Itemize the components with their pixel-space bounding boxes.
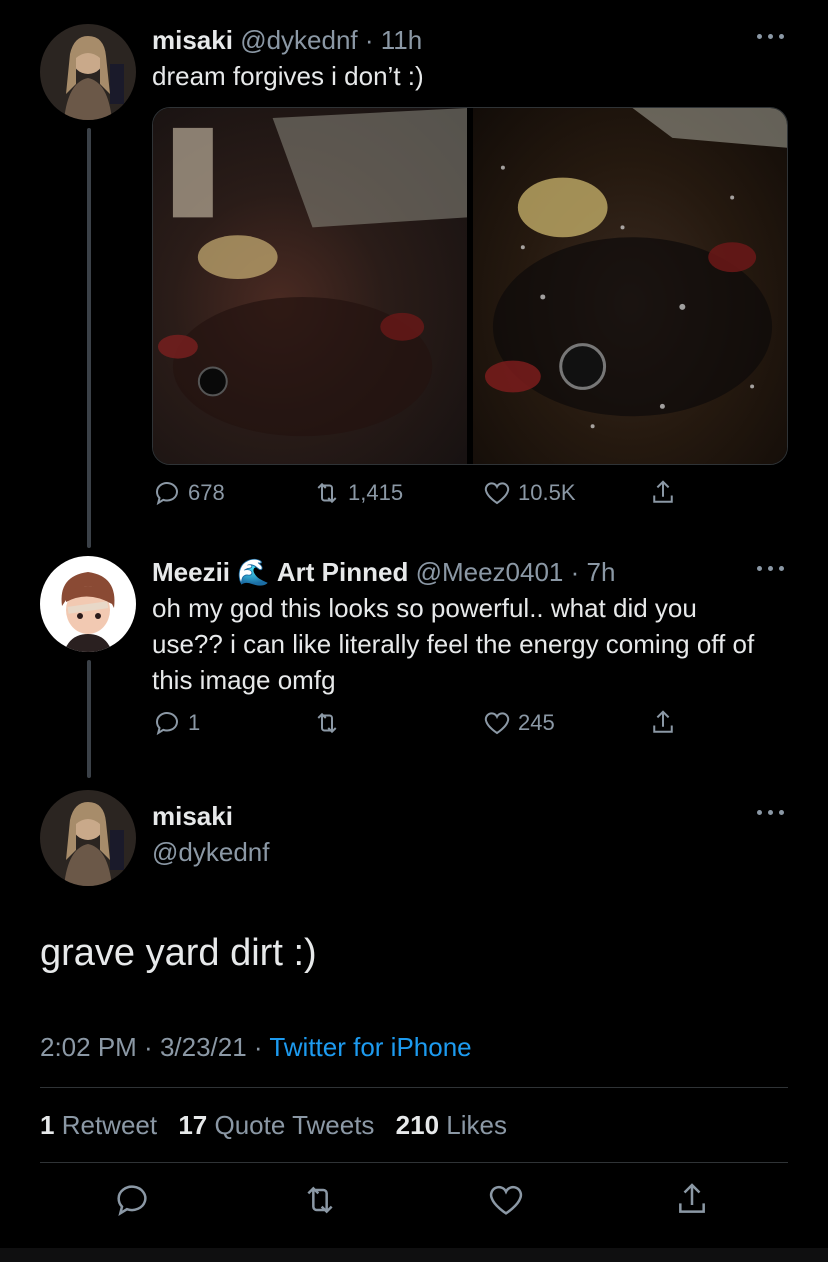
tweet-date[interactable]: 3/23/21: [160, 1032, 247, 1062]
tweet-time[interactable]: 2:02 PM: [40, 1032, 137, 1062]
like-button[interactable]: 245: [482, 708, 555, 738]
heart-icon: [484, 482, 510, 505]
more-icon[interactable]: [754, 558, 788, 578]
retweet-button[interactable]: [300, 1180, 340, 1225]
tweet-metadata: 2:02 PM · 3/23/21 · Twitter for iPhone: [40, 1030, 472, 1064]
main-tweet-header: misaki @dykednf: [152, 800, 788, 868]
reply-icon: [156, 712, 178, 736]
quote-stat[interactable]: 17 Quote Tweets: [178, 1110, 381, 1140]
user-name[interactable]: Meezii: [152, 557, 230, 587]
tweet-stats: 1 Retweet 17 Quote Tweets 210 Likes: [40, 1108, 507, 1142]
reply-icon: [117, 1185, 147, 1217]
separator: ·: [246, 1032, 270, 1062]
separator: ·: [357, 25, 381, 55]
reply-icon: [156, 482, 178, 506]
like-button[interactable]: 10.5K: [482, 478, 576, 508]
main-tweet-text: grave yard dirt :): [40, 932, 317, 974]
tweet-header: Meezii 🌊 Art Pinned @Meez0401 · 7h: [152, 556, 788, 588]
like-stat[interactable]: 210 Likes: [396, 1110, 507, 1140]
bottom-edge: [0, 1248, 828, 1262]
like-count: 245: [518, 710, 555, 735]
tweet-text: dream forgives i don’t :): [152, 61, 424, 91]
reply-button[interactable]: 1: [152, 708, 200, 738]
retweet-icon: [317, 482, 337, 504]
share-button[interactable]: [648, 708, 678, 738]
like-count: 210: [395, 1110, 440, 1140]
like-label: Likes: [446, 1110, 507, 1140]
reply-button[interactable]: 678: [152, 478, 225, 508]
reply-button[interactable]: [112, 1180, 152, 1225]
quote-label: Quote Tweets: [214, 1110, 375, 1140]
thread-line: [87, 128, 91, 548]
avatar[interactable]: [40, 790, 136, 886]
media-image[interactable]: [153, 108, 467, 464]
tweet-reply-1[interactable]: misaki @dykednf · 11h dream forgives i d…: [152, 24, 788, 94]
quote-count: 17: [178, 1110, 208, 1140]
tweet-media[interactable]: [152, 107, 788, 465]
separator: ·: [136, 1032, 160, 1062]
heart-icon: [489, 1185, 523, 1215]
reply-count: 1: [188, 710, 201, 735]
tweet-text: oh my god this looks so powerful.. what …: [152, 593, 755, 695]
user-name-suffix[interactable]: Art Pinned: [277, 557, 408, 587]
avatar[interactable]: [40, 24, 136, 120]
retweet-icon: [317, 712, 337, 734]
retweet-count: 1: [40, 1110, 55, 1140]
reply-count: 678: [188, 480, 225, 505]
share-button[interactable]: [648, 478, 678, 508]
retweet-label: Retweet: [61, 1110, 158, 1140]
user-name[interactable]: misaki: [152, 800, 788, 832]
share-button[interactable]: [672, 1180, 712, 1225]
more-icon[interactable]: [754, 26, 788, 46]
like-button[interactable]: [486, 1180, 526, 1225]
user-handle[interactable]: @dykednf: [240, 25, 357, 55]
tweet-reply-2[interactable]: Meezii 🌊 Art Pinned @Meez0401 · 7h oh my…: [152, 556, 788, 698]
share-icon: [653, 480, 673, 503]
divider: [40, 1087, 788, 1088]
retweet-button[interactable]: 1,415: [312, 478, 403, 508]
like-count: 10.5K: [518, 480, 576, 505]
retweet-count: 1,415: [348, 480, 404, 505]
retweet-icon: [307, 1186, 333, 1214]
tweet-time[interactable]: 11h: [381, 25, 422, 55]
user-handle[interactable]: @dykednf: [152, 836, 788, 868]
more-icon[interactable]: [754, 802, 788, 822]
tweet-header: misaki @dykednf · 11h: [152, 24, 788, 56]
wave-emoji: 🌊: [237, 557, 270, 587]
user-handle[interactable]: @Meez0401: [416, 557, 564, 587]
user-name[interactable]: misaki: [152, 25, 233, 55]
tweet-actions: 678 1,415 10.5K: [152, 478, 788, 518]
media-image[interactable]: [473, 108, 787, 464]
retweet-button[interactable]: [312, 708, 348, 738]
share-icon: [679, 1183, 705, 1213]
tweet-time[interactable]: 7h: [586, 557, 615, 587]
divider: [40, 1162, 788, 1163]
main-tweet-actions: [0, 1180, 828, 1230]
tweet-source-link[interactable]: Twitter for iPhone: [269, 1032, 471, 1062]
retweet-stat[interactable]: 1 Retweet: [40, 1110, 164, 1140]
heart-icon: [484, 712, 510, 735]
tweet-actions: 1 245: [152, 708, 788, 748]
avatar[interactable]: [40, 556, 136, 652]
share-icon: [653, 710, 673, 733]
thread-line: [87, 660, 91, 778]
separator: ·: [563, 557, 587, 587]
